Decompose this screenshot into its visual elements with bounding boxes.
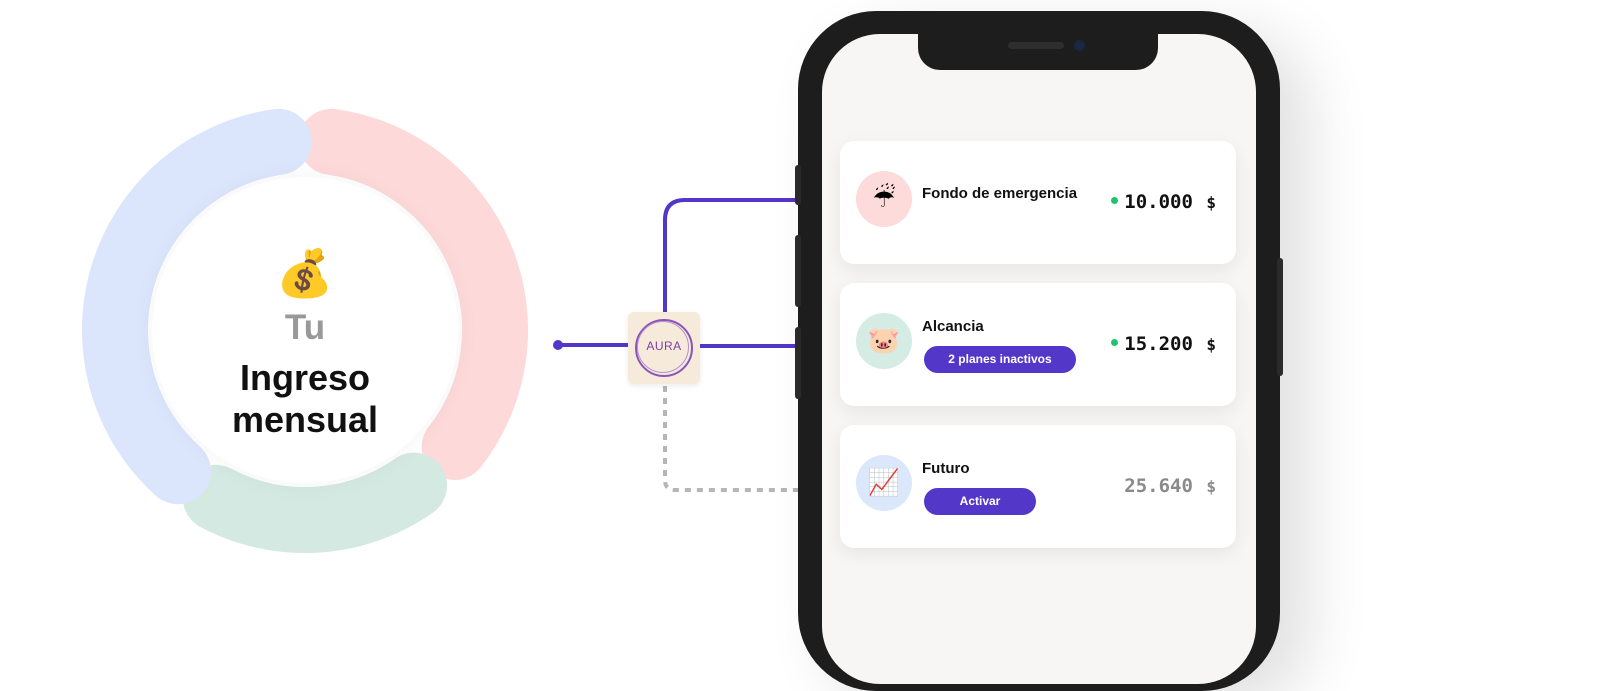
income-title: Ingreso mensual xyxy=(70,357,540,441)
chart-increasing-icon: 📈 xyxy=(856,455,912,511)
active-status-dot xyxy=(1111,339,1119,346)
amount-value: 15.200 xyxy=(1124,333,1193,355)
currency-symbol: $ xyxy=(1206,193,1216,212)
notch-camera xyxy=(1074,40,1085,51)
account-title: Alcancia xyxy=(922,318,984,335)
inactive-plans-badge[interactable]: 2 planes inactivos xyxy=(924,346,1076,373)
account-amount: 25.640 $ xyxy=(1124,475,1216,497)
account-amount: 10.000 $ xyxy=(1111,191,1216,213)
pig-icon: 🐷 xyxy=(856,313,912,369)
amount-value: 10.000 xyxy=(1124,191,1193,213)
currency-symbol: $ xyxy=(1206,335,1216,354)
money-bag-icon: 💰 xyxy=(276,246,334,300)
currency-symbol: $ xyxy=(1206,477,1216,496)
amount-value: 25.640 xyxy=(1124,475,1193,497)
phone-notch xyxy=(918,30,1158,70)
aura-logo: AURA xyxy=(628,312,700,384)
income-title-small: Tu xyxy=(284,308,326,347)
income-title-text: Ingreso mensual xyxy=(231,357,379,440)
connector-start-dot xyxy=(553,340,563,350)
account-card-alcancia[interactable]: 🐷 Alcancia 2 planes inactivos 15.200 $ xyxy=(840,283,1236,406)
account-amount: 15.200 $ xyxy=(1111,333,1216,355)
account-title: Futuro xyxy=(922,460,970,477)
account-card-fondo[interactable]: ☔ Fondo de emergencia 10.000 $ xyxy=(840,141,1236,264)
active-status-dot xyxy=(1111,197,1119,204)
phone-volume-up xyxy=(795,235,801,307)
umbrella-icon: ☔ xyxy=(856,171,912,227)
account-card-futuro[interactable]: 📈 Futuro Activar 25.640 $ xyxy=(840,425,1236,548)
account-title: Fondo de emergencia xyxy=(922,185,1078,202)
notch-speaker xyxy=(1008,42,1064,49)
phone-mute-switch xyxy=(795,165,801,205)
phone-volume-down xyxy=(795,327,801,399)
income-donut: 💰 Tu Ingreso mensual xyxy=(70,95,540,565)
aura-logo-text: AURA xyxy=(646,339,682,353)
donut-segment-green xyxy=(182,452,447,553)
phone-power-button xyxy=(1277,258,1283,376)
activate-button[interactable]: Activar xyxy=(924,488,1036,515)
